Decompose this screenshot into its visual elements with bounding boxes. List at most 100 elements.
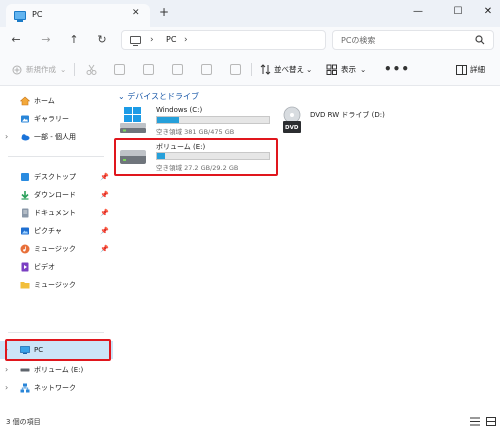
sidebar-item-label: ピクチャ [34,227,62,235]
details-icon [456,65,467,75]
divider [251,63,252,76]
divider [74,63,75,76]
expand-chevron-icon[interactable]: › [5,361,8,379]
dvd-badge: DVD [285,125,299,131]
cloud-icon [21,134,30,141]
download-icon [21,191,29,200]
pin-icon: 📌 [100,173,109,181]
view-dropdown-icon[interactable]: ⌄ [360,62,366,77]
details-view-icon[interactable] [470,417,480,426]
sidebar-item-network[interactable]: › ネットワーク [0,379,113,397]
navigation-pane: ホーム ギャラリー › 一部 - 個人用 デスクトップ 📌 ダウンロード 📌 ド… [0,86,113,413]
sidebar-item-onedrive[interactable]: › 一部 - 個人用 [0,128,113,146]
sidebar-item-label: ホーム [34,97,55,105]
music-icon [20,244,30,254]
tab-title: PC [32,10,43,19]
more-options-button[interactable]: ••• [384,62,410,76]
collapse-chevron-icon[interactable]: ⌄ [118,92,125,101]
divider [8,156,104,157]
drive-d[interactable]: DVD DVD RW ドライブ (D:) [280,106,390,136]
search-box[interactable]: PCの検索 [332,30,494,50]
gallery-icon [21,115,29,123]
close-window-button[interactable]: ✕ [476,3,500,21]
group-header[interactable]: ⌄ デバイスとドライブ [118,91,199,102]
up-button[interactable]: ↑ [66,32,82,48]
network-icon [20,383,30,393]
sidebar-item-music-folder[interactable]: ミュージック [0,276,113,294]
tiles-view-icon[interactable] [486,417,496,426]
video-icon [21,262,29,272]
new-icon [12,65,22,75]
status-bar: 3 個の項目 [0,413,500,431]
breadcrumb-pc[interactable]: PC [166,35,176,44]
expand-chevron-icon[interactable]: › [5,379,8,397]
new-tab-button[interactable]: + [159,6,169,18]
sidebar-item-label: デスクトップ [34,173,76,181]
divider [8,332,104,333]
copy-icon[interactable] [114,64,125,75]
sidebar-item-gallery[interactable]: ギャラリー [0,110,113,128]
sidebar-item-videos[interactable]: ビデオ [0,258,113,276]
pictures-icon [21,227,29,235]
share-icon[interactable] [201,64,212,75]
pin-icon: 📌 [100,191,109,199]
document-icon [22,208,29,218]
drive-label: DVD RW ドライブ (D:) [310,111,385,119]
search-placeholder: PCの検索 [341,36,376,45]
expand-chevron-icon[interactable]: › [5,128,8,146]
pc-icon [14,11,26,22]
sidebar-item-label: ギャラリー [34,115,69,123]
desktop-icon [21,173,29,181]
pin-icon: 📌 [100,209,109,217]
address-bar[interactable]: › PC › [121,30,326,50]
pc-icon [130,36,141,47]
sidebar-item-label: ボリューム (E:) [34,366,84,374]
pin-icon: 📌 [100,245,109,253]
new-dropdown-icon[interactable]: ⌄ [60,62,66,77]
tab-close-button[interactable]: ✕ [132,8,140,18]
sidebar-item-volume[interactable]: › ボリューム (E:) [0,361,113,379]
sidebar-item-label: 一部 - 個人用 [34,133,76,141]
refresh-button[interactable]: ↻ [94,32,110,48]
sidebar-item-label: ドキュメント [34,209,76,217]
sidebar-item-label: ネットワーク [34,384,76,392]
cut-icon[interactable] [86,64,97,75]
breadcrumb-chevron[interactable]: › [184,35,188,45]
details-button[interactable]: 詳細 [470,62,485,77]
pin-icon: 📌 [100,227,109,235]
drive-c[interactable]: Windows (C:) 空き領域 381 GB/475 GB [120,106,270,136]
minimize-button[interactable]: — [406,3,430,21]
back-button[interactable]: ← [8,32,24,48]
home-icon [20,96,30,106]
sidebar-item-label: ビデオ [34,263,55,271]
group-title: デバイスとドライブ [127,92,200,101]
sort-dropdown-icon[interactable]: ⌄ [306,62,312,77]
paste-icon[interactable] [143,64,154,75]
title-bar: PC ✕ + — ☐ ✕ [0,0,500,27]
view-button[interactable]: 表示 [341,62,356,77]
breadcrumb-chevron[interactable]: › [150,35,154,45]
item-count: 3 個の項目 [6,418,41,426]
delete-icon[interactable] [230,64,241,75]
sidebar-item-label: ダウンロード [34,191,76,199]
sidebar-item-desktop[interactable]: デスクトップ 📌 [0,168,113,186]
sidebar-item-documents[interactable]: ドキュメント 📌 [0,204,113,222]
sort-button[interactable]: 並べ替え [274,62,304,77]
tab-pc[interactable]: PC ✕ [6,4,150,27]
sidebar-item-label: ミュージック [34,281,76,289]
search-icon [475,35,485,45]
view-icon [326,64,337,75]
drive-free-space: 空き領域 381 GB/475 GB [156,128,235,136]
rename-icon[interactable] [172,64,183,75]
sidebar-item-downloads[interactable]: ダウンロード 📌 [0,186,113,204]
highlight-box [5,339,111,361]
sidebar-item-music[interactable]: ミュージック 📌 [0,240,113,258]
sidebar-item-pictures[interactable]: ピクチャ 📌 [0,222,113,240]
maximize-button[interactable]: ☐ [446,3,470,21]
sort-icon [260,64,271,75]
new-button[interactable]: 新規作成 [26,62,56,77]
command-bar: 新規作成 ⌄ 並べ替え ⌄ 表示 ⌄ ••• 詳細 [0,53,500,86]
drive-usage-fill [157,117,180,123]
sidebar-item-home[interactable]: ホーム [0,92,113,110]
forward-button[interactable]: → [38,32,54,48]
